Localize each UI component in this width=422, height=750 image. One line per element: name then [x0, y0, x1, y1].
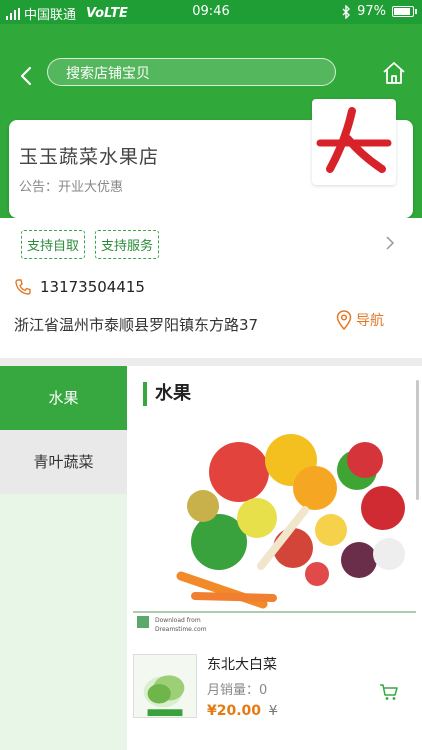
- section-divider: [0, 358, 422, 366]
- chevron-right-icon[interactable]: [385, 236, 395, 250]
- cart-icon[interactable]: [379, 682, 399, 702]
- category-title: 水果: [143, 382, 191, 406]
- location-pin-icon: [336, 310, 352, 330]
- search-placeholder: 搜索店铺宝贝: [66, 66, 150, 82]
- shop-logo: [312, 99, 396, 185]
- product-image: [133, 654, 197, 718]
- service-tags: 支持自取 支持服务: [21, 230, 160, 259]
- product-name: 东北大白菜: [207, 657, 277, 673]
- status-bar: 中国联通 VoLTE 09:46 97%: [0, 0, 422, 24]
- navigate-button[interactable]: 导航: [336, 310, 384, 330]
- shop-logo-image: [316, 107, 392, 173]
- shop-notice: 公告：开业大优惠: [19, 180, 124, 195]
- tag-service: 支持服务: [95, 230, 160, 259]
- category-banner-image: Download from Dreamstime.com: [133, 426, 416, 642]
- product-old-price: ¥: [269, 704, 278, 719]
- sidebar-item-fruit[interactable]: 水果: [0, 366, 127, 430]
- shop-address: 浙江省温州市泰顺县罗阳镇东方路37: [14, 316, 259, 334]
- list-item[interactable]: 东北大白菜 月销量：0 ¥20.00 ¥: [133, 650, 416, 726]
- battery-icon: [392, 6, 417, 17]
- product-price: ¥20.00: [207, 703, 262, 719]
- bluetooth-icon: [342, 4, 351, 19]
- tag-self-pickup: 支持自取: [21, 230, 86, 259]
- shop-details: 支持自取 支持服务 13173504415 浙江省温州市泰顺县罗阳镇东方路37 …: [0, 218, 422, 358]
- battery-percent: 97%: [357, 4, 386, 19]
- search-input[interactable]: 搜索店铺宝贝: [47, 58, 336, 86]
- scrollbar[interactable]: [416, 380, 419, 500]
- shop-name: 玉玉蔬菜水果店: [19, 146, 160, 168]
- banner-caption-line1: Download from: [155, 617, 201, 624]
- home-icon[interactable]: [381, 60, 407, 86]
- navigate-label: 导航: [356, 313, 384, 329]
- banner-caption-line2: Dreamstime.com: [155, 626, 207, 633]
- phone-row[interactable]: 13173504415: [14, 278, 145, 296]
- product-list: 水果 Download from Dreamstime.com 东北大白菜 月销…: [127, 366, 422, 750]
- category-sidebar: 水果 青叶蔬菜: [0, 366, 127, 750]
- battery-fill: [394, 8, 411, 15]
- sidebar-item-leafy-vegetables[interactable]: 青叶蔬菜: [0, 430, 127, 494]
- phone-icon: [15, 279, 31, 295]
- shop-phone: 13173504415: [40, 278, 145, 296]
- back-icon[interactable]: [16, 64, 36, 88]
- product-sales: 月销量：0: [207, 683, 268, 698]
